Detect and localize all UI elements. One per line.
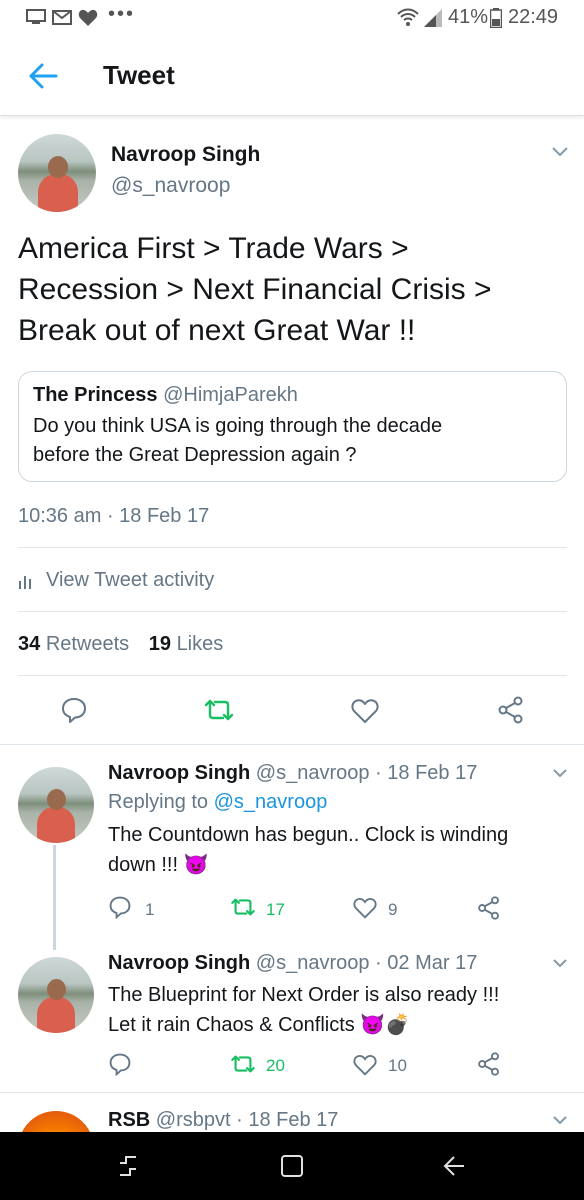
tweet-timestamp: 10:36 am · 18 Feb 17 (18, 505, 210, 527)
reply-tweet[interactable]: Navroop Singh @s_navroop · 18 Feb 17 Rep… (0, 745, 584, 950)
view-tweet-activity-link[interactable]: View Tweet activity (18, 568, 318, 596)
system-navigation-bar (0, 1132, 584, 1200)
back-icon[interactable] (442, 1154, 466, 1178)
reply-icon[interactable] (108, 895, 132, 919)
retweet-icon[interactable] (229, 897, 257, 917)
reply-author-name[interactable]: Navroop Singh (108, 952, 250, 974)
retweet-count: 17 (266, 900, 285, 919)
reply-text: The Blueprint for Next Order is also rea… (108, 980, 499, 1040)
retweet-icon[interactable] (202, 698, 236, 722)
replying-to: Replying to @s_navroop (108, 791, 327, 814)
likes-label: Likes (176, 633, 224, 655)
reply-text-line: The Blueprint for Next Order is also rea… (108, 984, 500, 1006)
reply-text-line: Let it rain Chaos & Conflicts 😈💣 (108, 1014, 411, 1036)
clock-time: 22:49 (508, 6, 559, 28)
retweets-stat[interactable]: 34 Retweets (18, 633, 129, 655)
chevron-down-icon[interactable] (552, 958, 568, 969)
avatar[interactable] (18, 957, 94, 1033)
status-bar: ••• 41% 22:49 (0, 0, 584, 36)
quoted-text-line: before the Great Depression again ? (33, 444, 357, 466)
likes-count: 19 (148, 633, 171, 655)
divider (18, 547, 567, 548)
like-heart-icon[interactable] (353, 1054, 377, 1076)
like-count: 10 (388, 1056, 407, 1075)
quoted-tweet[interactable]: The Princess @HimjaParekh Do you think U… (18, 371, 567, 482)
bar-chart-icon (18, 573, 34, 589)
quoted-text-line: Do you think USA is going through the de… (33, 415, 443, 437)
quoted-author-name: The Princess (33, 384, 158, 406)
divider (18, 675, 567, 676)
divider (18, 611, 567, 612)
avatar[interactable] (18, 767, 94, 843)
screen-cast-icon (26, 9, 46, 25)
retweets-count: 34 (18, 633, 41, 655)
chevron-down-icon[interactable] (551, 146, 569, 158)
replying-to-handle[interactable]: @s_navroop (214, 791, 328, 813)
home-button-icon[interactable] (280, 1154, 304, 1178)
author-name[interactable]: Navroop Singh (111, 143, 260, 167)
avatar[interactable] (18, 1111, 94, 1132)
share-icon[interactable] (477, 1052, 501, 1076)
email-icon (52, 10, 72, 25)
reply-text: The Countdown has begun.. Clock is windi… (108, 820, 508, 880)
tweet-text-line: Break out of next Great War !! (18, 314, 416, 347)
retweet-icon[interactable] (229, 1054, 257, 1074)
like-heart-icon[interactable] (353, 897, 377, 919)
like-count: 9 (388, 900, 398, 919)
reply-text-line: The Countdown has begun.. Clock is windi… (108, 824, 509, 846)
tweet-text-line: Recession > Next Financial Crisis > (18, 273, 492, 306)
tweet-text: America First > Trade Wars > Recession >… (18, 228, 574, 351)
retweets-label: Retweets (45, 633, 130, 655)
reply-text-line: down !!! 😈 (108, 854, 209, 876)
quoted-tweet-text: Do you think USA is going through the de… (33, 412, 442, 470)
reply-icon[interactable] (60, 696, 88, 724)
battery-icon (490, 8, 502, 28)
heart-icon (78, 9, 98, 27)
signal-icon (422, 8, 444, 28)
more-notifications-dots: ••• (108, 3, 136, 25)
tweet-text-line: America First > Trade Wars > (18, 232, 409, 265)
view-tweet-activity-label: View Tweet activity (46, 569, 215, 591)
reply-count: 1 (145, 900, 155, 919)
replying-to-label: Replying to (108, 791, 209, 813)
app-bar: Tweet (0, 36, 584, 116)
reply-icon[interactable] (108, 1052, 132, 1076)
engagement-stats: 34 Retweets 19 Likes (18, 633, 223, 656)
likes-stat[interactable]: 19 Likes (149, 633, 224, 655)
chevron-down-icon[interactable] (552, 768, 568, 779)
wifi-icon (396, 7, 420, 27)
chevron-down-icon[interactable] (552, 1115, 568, 1126)
recent-apps-icon[interactable] (116, 1154, 140, 1178)
quoted-author-handle: @HimjaParekh (163, 384, 298, 406)
share-icon[interactable] (477, 896, 501, 920)
reply-handle-date: @s_navroop · 02 Mar 17 (255, 952, 478, 974)
page-title: Tweet (103, 60, 175, 90)
reply-tweet[interactable]: Navroop Singh @s_navroop · 02 Mar 17 The… (0, 940, 584, 1092)
reply-author-name[interactable]: Navroop Singh (108, 762, 250, 784)
reply-handle-date: @s_navroop · 18 Feb 17 (255, 762, 478, 784)
back-arrow-icon[interactable] (28, 62, 58, 90)
avatar[interactable] (18, 134, 96, 212)
like-heart-icon[interactable] (351, 698, 379, 724)
share-icon[interactable] (497, 696, 525, 724)
author-handle[interactable]: @s_navroop (111, 174, 230, 198)
reply-handle-date: @rsbpvt · 18 Feb 17 (155, 1109, 339, 1131)
retweet-count: 20 (266, 1056, 285, 1075)
thread-line (53, 845, 56, 950)
reply-tweet[interactable]: RSB @rsbpvt · 18 Feb 17 (0, 1093, 584, 1132)
reply-author-name[interactable]: RSB (108, 1109, 150, 1131)
battery-percent: 41% (448, 6, 489, 28)
